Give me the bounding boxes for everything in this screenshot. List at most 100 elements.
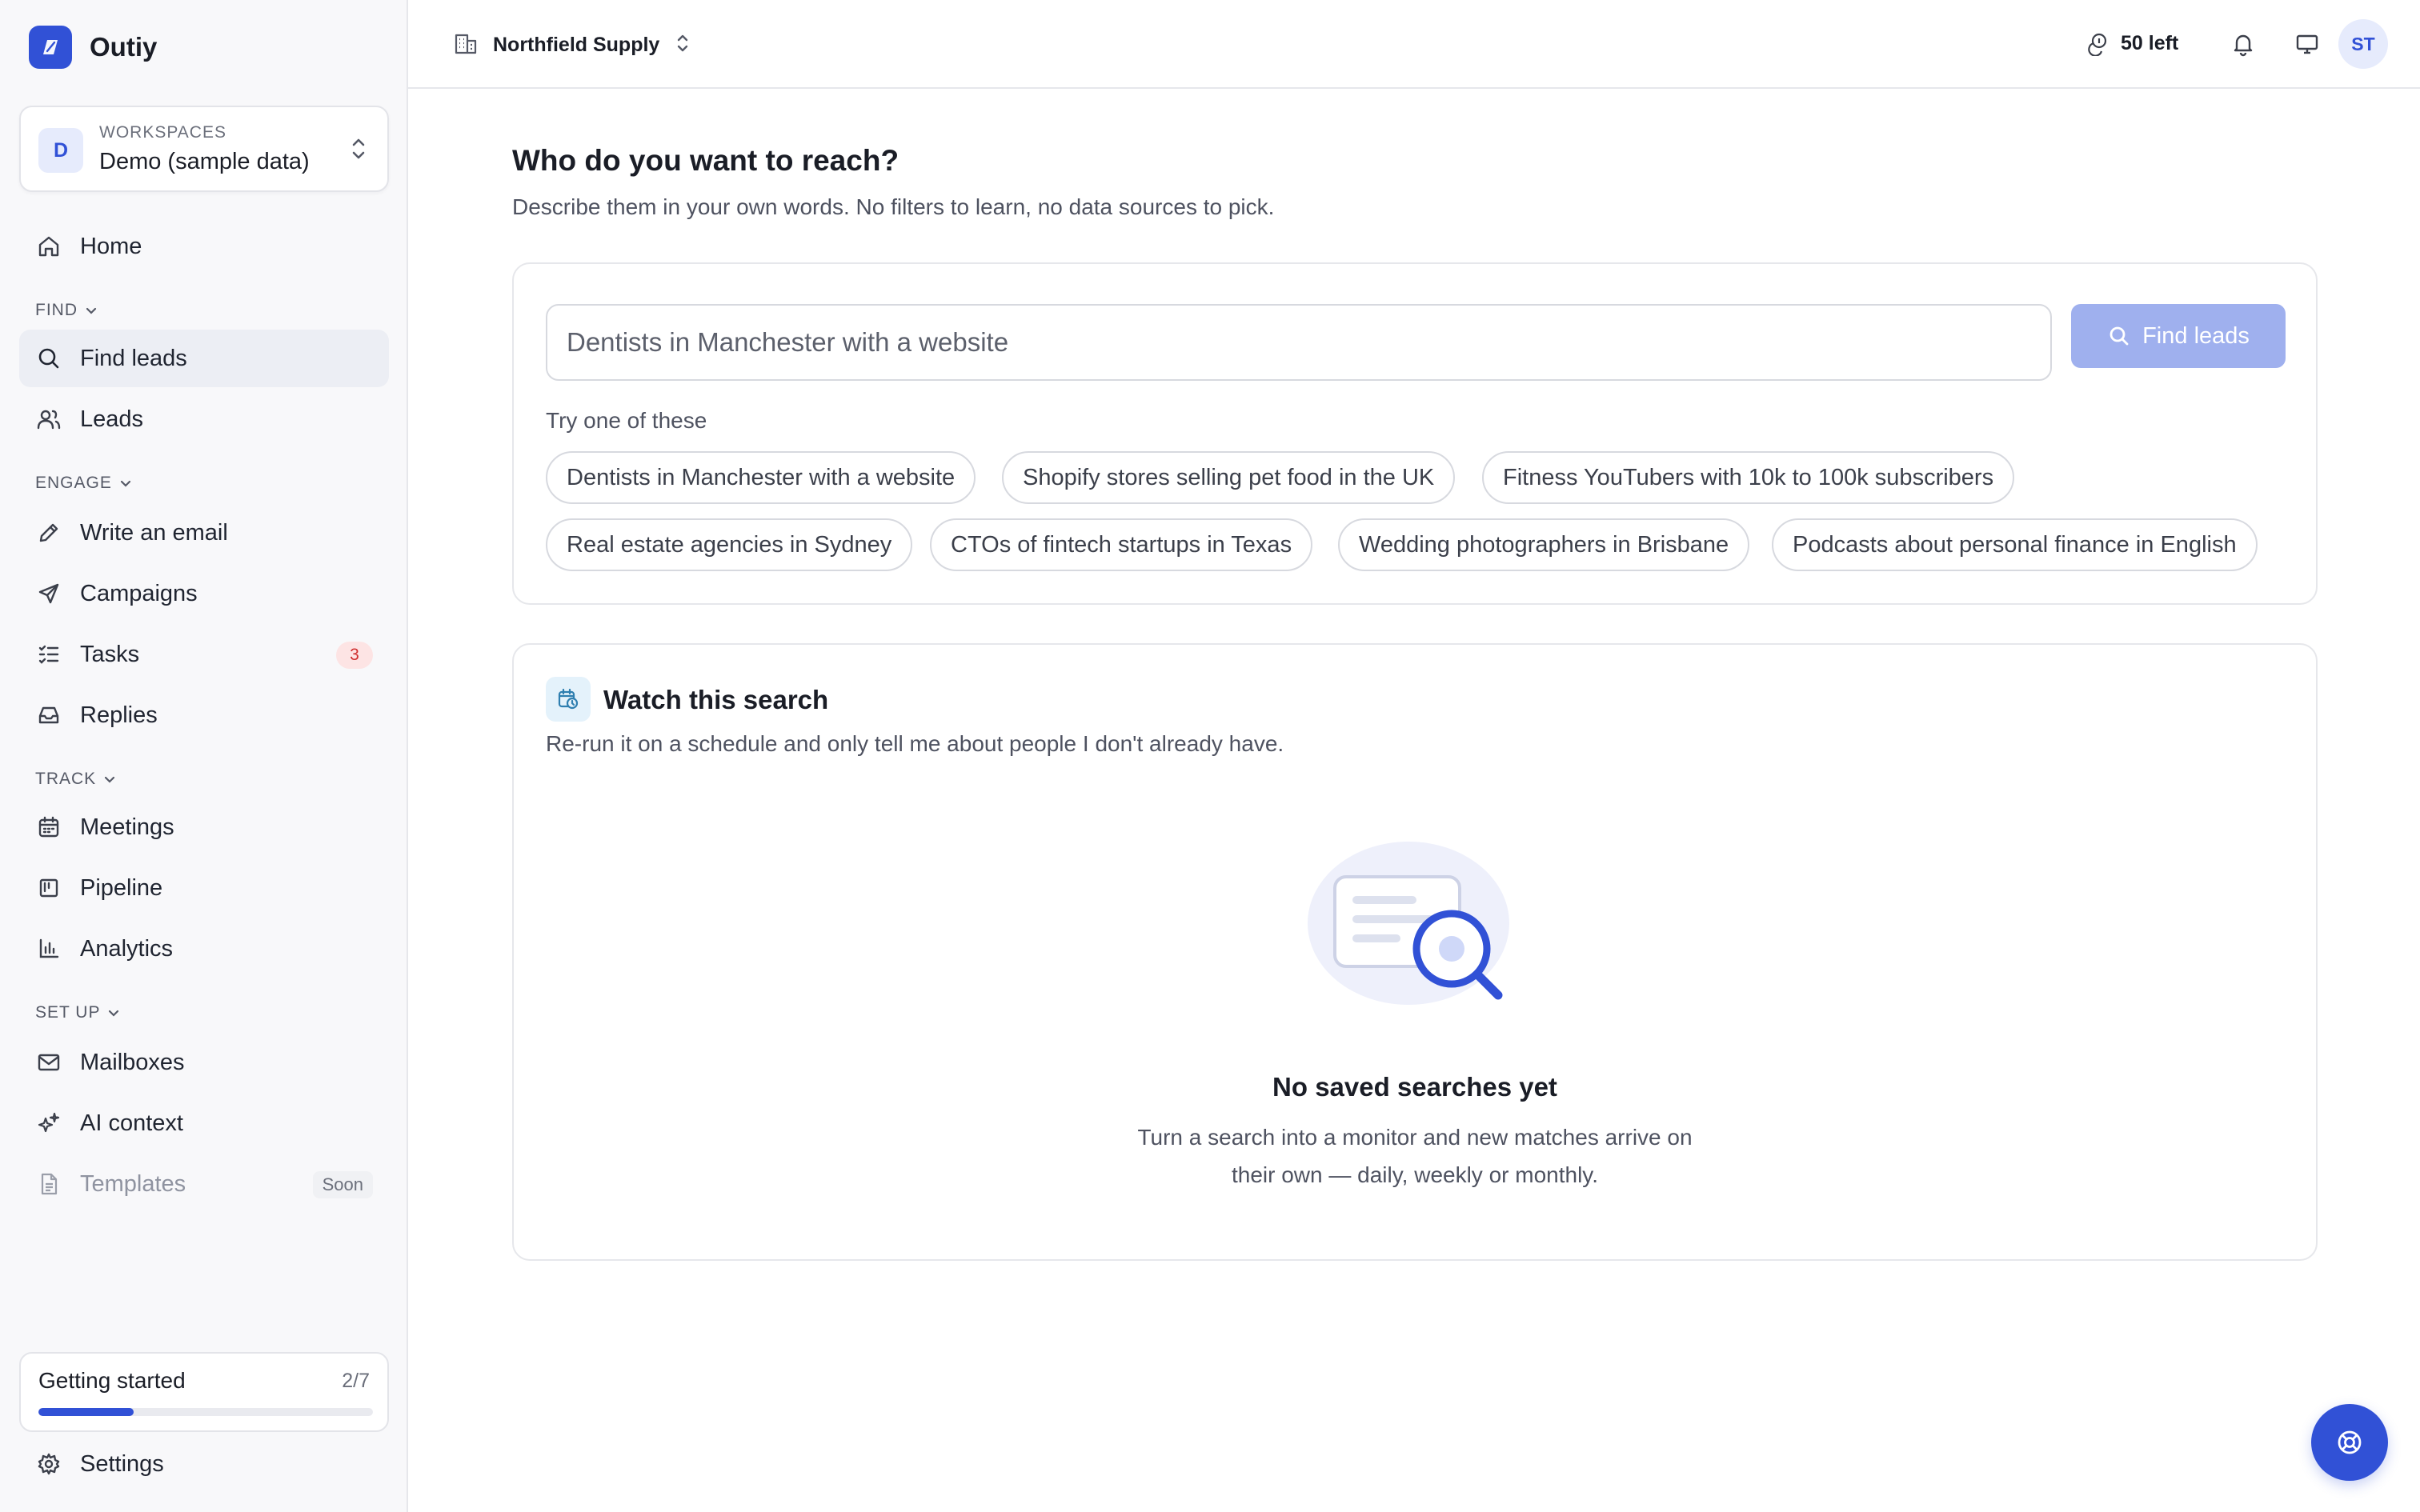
inbox-icon: [35, 702, 62, 729]
sidebar-item-replies[interactable]: Replies: [19, 686, 389, 744]
sidebar-item-label: Replies: [80, 702, 158, 728]
find-leads-button-label: Find leads: [2142, 322, 2250, 349]
soon-badge: Soon: [312, 1171, 373, 1198]
chevron-up-down-icon: [347, 133, 370, 169]
sidebar-item-label: Home: [80, 233, 142, 259]
suggestions-label: Try one of these: [546, 408, 707, 433]
sidebar-item-settings[interactable]: Settings: [19, 1435, 389, 1493]
workspace-avatar: D: [38, 128, 83, 173]
app-root: Outiy D WORKSPACES Demo (sample data) Ho…: [0, 0, 2420, 1512]
organization-name: Northfield Supply: [493, 34, 660, 56]
sidebar-item-analytics[interactable]: Analytics: [19, 920, 389, 978]
users-icon: [35, 406, 62, 433]
section-track-label: TRACK: [35, 770, 97, 788]
checklist-icon: [35, 641, 62, 668]
suggestion-chip[interactable]: Fitness YouTubers with 10k to 100k subsc…: [1482, 451, 2015, 504]
section-engage[interactable]: ENGAGE: [35, 474, 133, 493]
getting-started-title: Getting started: [38, 1368, 186, 1393]
workspace-switcher[interactable]: D WORKSPACES Demo (sample data): [19, 106, 389, 192]
suggestion-chip[interactable]: Shopify stores selling pet food in the U…: [1002, 451, 1456, 504]
getting-started-count: 2/7: [342, 1370, 370, 1392]
chevron-down-icon: [120, 480, 130, 487]
section-track[interactable]: TRACK: [35, 770, 117, 789]
sidebar-item-templates: Templates Soon: [19, 1155, 389, 1213]
suggestion-chip[interactable]: Wedding photographers in Brisbane: [1338, 518, 1750, 571]
user-avatar[interactable]: ST: [2338, 19, 2388, 69]
mail-icon: [35, 1049, 62, 1076]
sidebar-item-label: Write an email: [80, 519, 228, 546]
page-title: Who do you want to reach?: [512, 144, 899, 177]
sidebar-item-label: Analytics: [80, 935, 174, 962]
find-leads-button[interactable]: Find leads: [2071, 304, 2286, 368]
sidebar-item-label: Pipeline: [80, 874, 163, 901]
sidebar-item-label: Mailboxes: [80, 1049, 185, 1075]
lifebuoy-icon: [2338, 1430, 2362, 1454]
pen-icon: [35, 519, 62, 546]
gear-icon: [35, 1450, 62, 1478]
brand[interactable]: Outiy: [29, 26, 157, 69]
chevron-down-icon: [109, 1010, 119, 1017]
workspace-label: WORKSPACES: [99, 123, 226, 142]
sidebar: Outiy D WORKSPACES Demo (sample data) Ho…: [0, 0, 408, 1512]
suggestion-chip[interactable]: Podcasts about personal finance in Engli…: [1772, 518, 2258, 571]
empty-state-description: Turn a search into a monitor and new mat…: [1137, 1125, 1693, 1187]
send-icon: [35, 580, 62, 607]
sidebar-item-campaigns[interactable]: Campaigns: [19, 565, 389, 622]
sidebar-item-write-email[interactable]: Write an email: [19, 504, 389, 562]
sidebar-item-label: AI context: [80, 1110, 183, 1136]
section-find-label: FIND: [35, 301, 78, 319]
getting-started-progress-fill: [38, 1408, 134, 1416]
credits-indicator[interactable]: 50 left: [2084, 30, 2178, 56]
kanban-icon: [35, 874, 62, 902]
sidebar-item-label: Tasks: [80, 641, 140, 667]
getting-started-card[interactable]: Getting started 2/7: [19, 1352, 389, 1432]
bell-icon[interactable]: [2230, 30, 2257, 58]
document-icon: [35, 1170, 62, 1198]
sidebar-item-label: Settings: [80, 1450, 164, 1477]
watch-title: Watch this search: [603, 685, 829, 714]
suggestion-chip[interactable]: Real estate agencies in Sydney: [546, 518, 913, 571]
sidebar-item-label: Find leads: [80, 345, 187, 371]
sparkles-icon: [35, 1110, 62, 1137]
sidebar-item-meetings[interactable]: Meetings: [19, 798, 389, 856]
search-card: Find leads Try one of these Dentists in …: [512, 262, 2318, 605]
building-icon: [453, 30, 479, 60]
section-engage-label: ENGAGE: [35, 474, 112, 492]
watch-subtitle: Re-run it on a schedule and only tell me…: [546, 731, 1284, 756]
sidebar-item-label: Meetings: [80, 814, 174, 840]
section-setup-label: SET UP: [35, 1003, 101, 1022]
suggestion-chip[interactable]: CTOs of fintech startups in Texas: [930, 518, 1313, 571]
sidebar-item-ai-context[interactable]: AI context: [19, 1094, 389, 1152]
coins-icon: [2088, 33, 2107, 56]
search-icon: [2109, 326, 2129, 346]
sidebar-item-label: Leads: [80, 406, 144, 432]
sidebar-item-tasks[interactable]: Tasks 3: [19, 626, 389, 683]
getting-started-progress: [38, 1408, 373, 1416]
app-name: Outiy: [90, 32, 158, 62]
organization-switcher[interactable]: Northfield Supply: [453, 30, 691, 60]
sidebar-item-find-leads[interactable]: Find leads: [19, 330, 389, 387]
monitor-icon[interactable]: [2294, 30, 2321, 58]
sidebar-item-home[interactable]: Home: [19, 218, 389, 275]
sidebar-item-pipeline[interactable]: Pipeline: [19, 859, 389, 917]
chevron-down-icon: [105, 776, 115, 783]
calendar-icon: [35, 814, 62, 841]
search-icon: [35, 345, 62, 372]
tasks-count-badge: 3: [336, 642, 373, 669]
workspace-name: Demo (sample data): [99, 149, 310, 174]
sidebar-item-label: Templates: [80, 1170, 186, 1197]
sidebar-item-mailboxes[interactable]: Mailboxes: [19, 1034, 389, 1091]
sidebar-item-leads[interactable]: Leads: [19, 390, 389, 448]
lead-search-input[interactable]: [546, 304, 2052, 381]
credits-remaining: 50 left: [2121, 31, 2179, 54]
empty-state-title: No saved searches yet: [1272, 1072, 1557, 1102]
page-subtitle: Describe them in your own words. No filt…: [512, 194, 1275, 219]
app-logo-icon: [29, 26, 72, 69]
section-find[interactable]: FIND: [35, 301, 98, 320]
chevron-down-icon: [86, 307, 97, 314]
section-setup[interactable]: SET UP: [35, 1003, 121, 1022]
help-button[interactable]: [2311, 1404, 2388, 1481]
calendar-clock-icon: [546, 677, 591, 722]
suggestion-chip[interactable]: Dentists in Manchester with a website: [546, 451, 976, 504]
watch-search-card: Watch this search Re-run it on a schedul…: [512, 643, 2318, 1261]
